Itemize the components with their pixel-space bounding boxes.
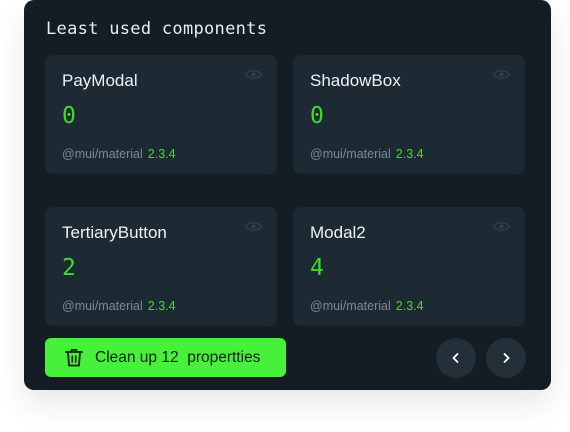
- package-info: @mui/material 2.3.4: [310, 147, 424, 161]
- component-card[interactable]: Modal2 4 @mui/material 2.3.4: [293, 207, 525, 326]
- package-info: @mui/material 2.3.4: [310, 299, 424, 313]
- eye-icon[interactable]: [245, 221, 262, 232]
- previous-page-button[interactable]: [436, 338, 476, 378]
- package-name: @mui/material: [62, 147, 143, 161]
- eye-icon[interactable]: [493, 221, 510, 232]
- usage-count: 0: [62, 103, 76, 129]
- package-info: @mui/material 2.3.4: [62, 299, 176, 313]
- package-name: @mui/material: [62, 299, 143, 313]
- chevron-right-icon: [503, 353, 510, 363]
- usage-count: 2: [62, 255, 76, 281]
- component-name: ShadowBox: [310, 71, 401, 90]
- usage-count: 4: [310, 255, 324, 281]
- trash-icon: [65, 349, 83, 367]
- least-used-components-panel: Least used components PayModal 0 @mui/ma…: [24, 0, 551, 390]
- panel-title: Least used components: [46, 19, 268, 39]
- package-version: 2.3.4: [395, 299, 424, 313]
- component-card[interactable]: PayModal 0 @mui/material 2.3.4: [45, 55, 277, 174]
- package-version: 2.3.4: [147, 147, 176, 161]
- package-version: 2.3.4: [395, 147, 424, 161]
- eye-icon[interactable]: [245, 69, 262, 80]
- cleanup-button[interactable]: Clean up 12 propertties: [45, 338, 286, 377]
- chevron-left-icon: [452, 353, 459, 363]
- cleanup-button-label: Clean up 12 propertties: [95, 349, 261, 366]
- eye-icon[interactable]: [493, 69, 510, 80]
- component-card[interactable]: TertiaryButton 2 @mui/material 2.3.4: [45, 207, 277, 326]
- usage-count: 0: [310, 103, 324, 129]
- component-name: Modal2: [310, 223, 366, 242]
- next-page-button[interactable]: [486, 338, 526, 378]
- component-name: TertiaryButton: [62, 223, 167, 242]
- component-card[interactable]: ShadowBox 0 @mui/material 2.3.4: [293, 55, 525, 174]
- package-name: @mui/material: [310, 299, 391, 313]
- package-version: 2.3.4: [147, 299, 176, 313]
- package-info: @mui/material 2.3.4: [62, 147, 176, 161]
- component-name: PayModal: [62, 71, 138, 90]
- package-name: @mui/material: [310, 147, 391, 161]
